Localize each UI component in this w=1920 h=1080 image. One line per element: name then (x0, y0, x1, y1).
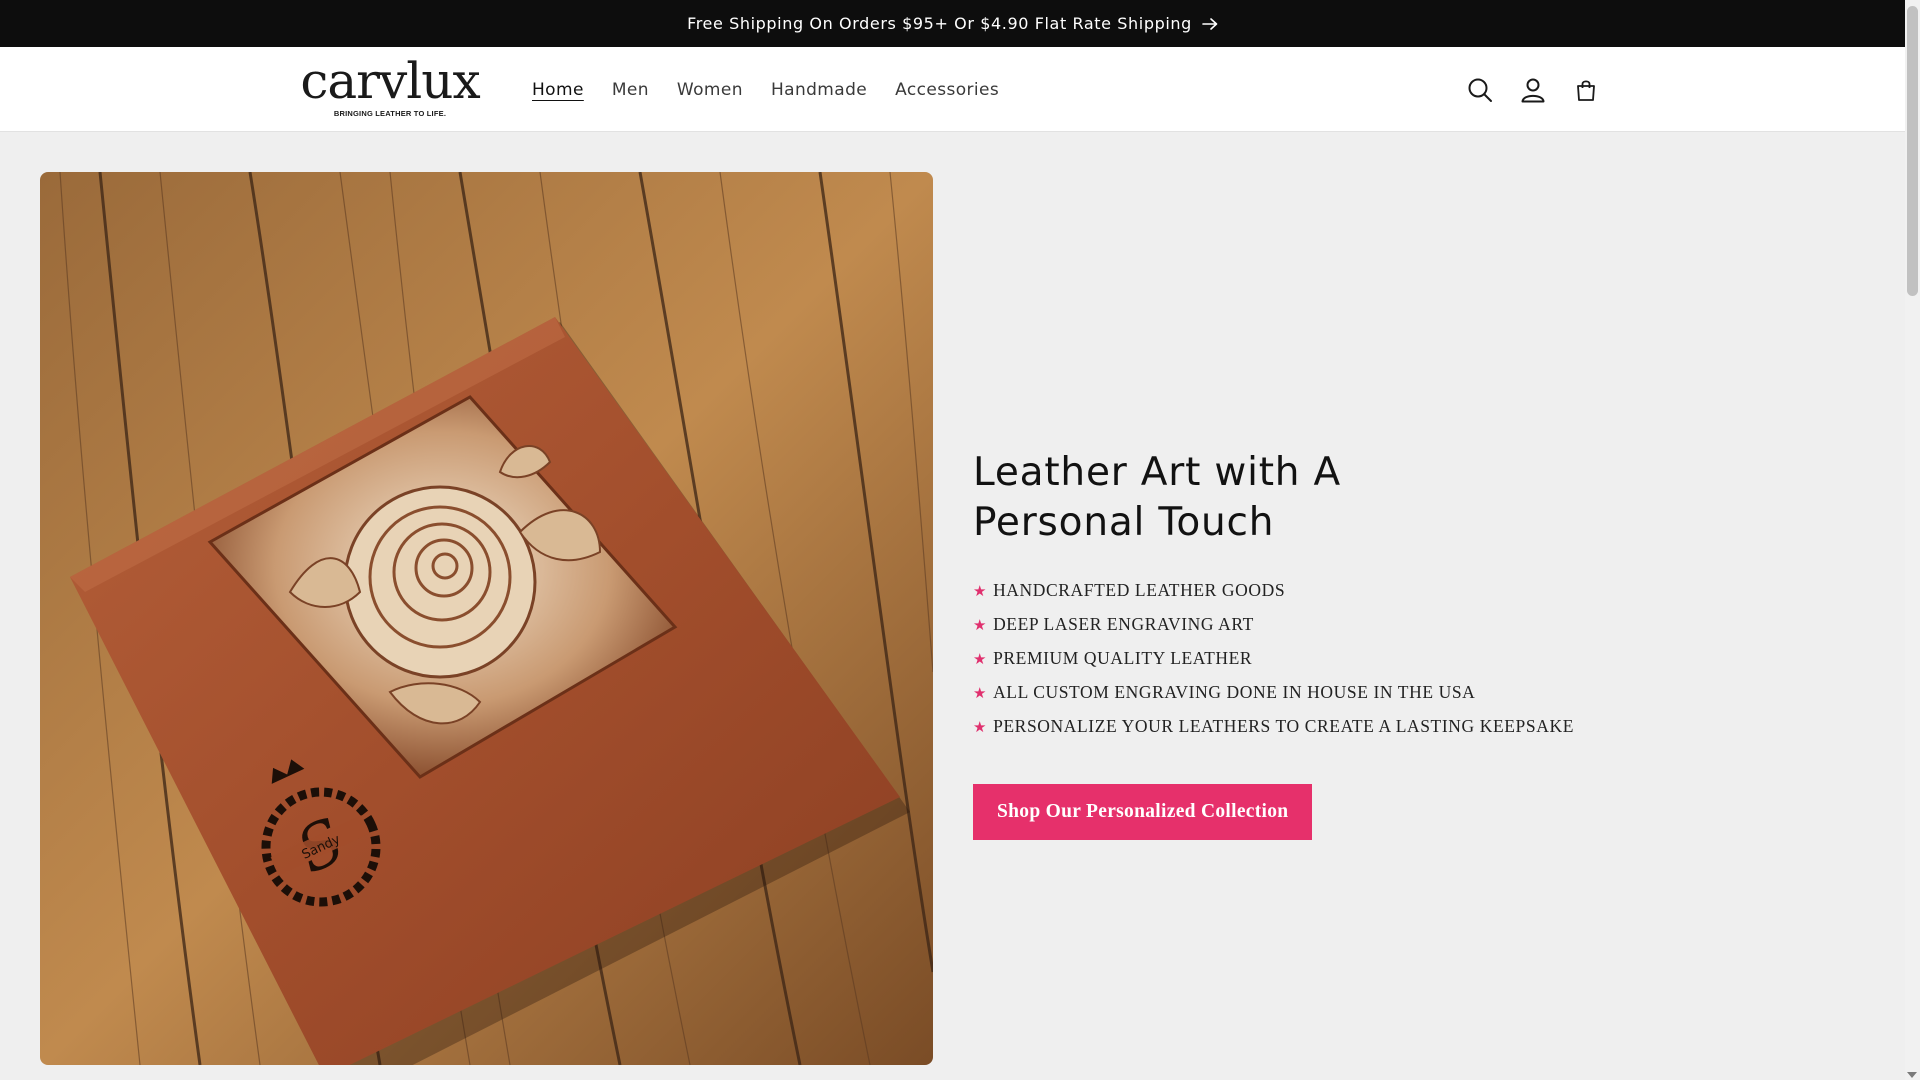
leather-mat-photo: S Sandy (40, 172, 933, 1065)
star-icon: ★ (973, 652, 988, 668)
star-icon: ★ (973, 584, 988, 600)
nav-item-home[interactable]: Home (518, 80, 598, 100)
shop-collection-button[interactable]: Shop Our Personalized Collection (973, 784, 1313, 840)
list-item: ★ HANDCRAFTED LEATHER GOODS (973, 580, 1286, 600)
list-item: ★ PERSONALIZE YOUR LEATHERS TO CREATE A L… (973, 716, 1574, 736)
star-icon: ★ (973, 618, 988, 634)
page: Free Shipping On Orders $95+ Or $4.90 Fl… (0, 0, 1920, 1080)
page-scrollbar[interactable] (1905, 0, 1920, 1080)
announcement-text[interactable]: Free Shipping On Orders $95+ Or $4.90 Fl… (687, 14, 1192, 33)
site-header: carvlux BRINGING LEATHER TO LIFE. Home M… (0, 47, 1905, 132)
feature-list: ★ HANDCRAFTED LEATHER GOODS ★ DEEP LASER E… (973, 574, 1673, 744)
star-icon: ★ (973, 686, 988, 702)
logo-tagline: BRINGING LEATHER TO LIFE. (333, 109, 447, 118)
announcement-bar[interactable]: Free Shipping On Orders $95+ Or $4.90 Fl… (0, 0, 1905, 47)
nav-item-handmade[interactable]: Handmade (757, 80, 881, 100)
scrollbar-thumb[interactable] (1907, 6, 1918, 296)
header-icons (1466, 47, 1600, 132)
hero-image: S Sandy (40, 172, 933, 1065)
hero-content: Leather Art with A Personal Touch ★ HANDC… (973, 448, 1673, 840)
star-icon: ★ (973, 720, 988, 736)
hero-title: Leather Art with A Personal Touch (973, 448, 1673, 548)
logo[interactable]: carvlux BRINGING LEATHER TO LIFE. (300, 55, 480, 127)
hero-title-line2: Personal Touch (973, 500, 1275, 545)
nav-item-women[interactable]: Women (663, 80, 757, 100)
logo-wordmark: carvlux (300, 52, 480, 110)
nav-item-accessories[interactable]: Accessories (881, 80, 1013, 100)
list-item: ★ ALL CUSTOM ENGRAVING DONE IN HOUSE IN T… (973, 682, 1476, 702)
list-item: ★ DEEP LASER ENGRAVING ART (973, 614, 1254, 634)
cart-icon[interactable] (1572, 76, 1600, 104)
search-icon[interactable] (1466, 76, 1494, 104)
hero-title-line1: Leather Art with A (973, 450, 1341, 495)
scroll-down-arrow-icon[interactable] (1907, 1072, 1917, 1078)
main-nav: Home Men Women Handmade Accessories (518, 47, 1013, 132)
list-item: ★ PREMIUM QUALITY LEATHER (973, 648, 1253, 668)
account-icon[interactable] (1519, 76, 1547, 104)
arrow-right-icon (1202, 17, 1218, 30)
nav-item-men[interactable]: Men (598, 80, 663, 100)
